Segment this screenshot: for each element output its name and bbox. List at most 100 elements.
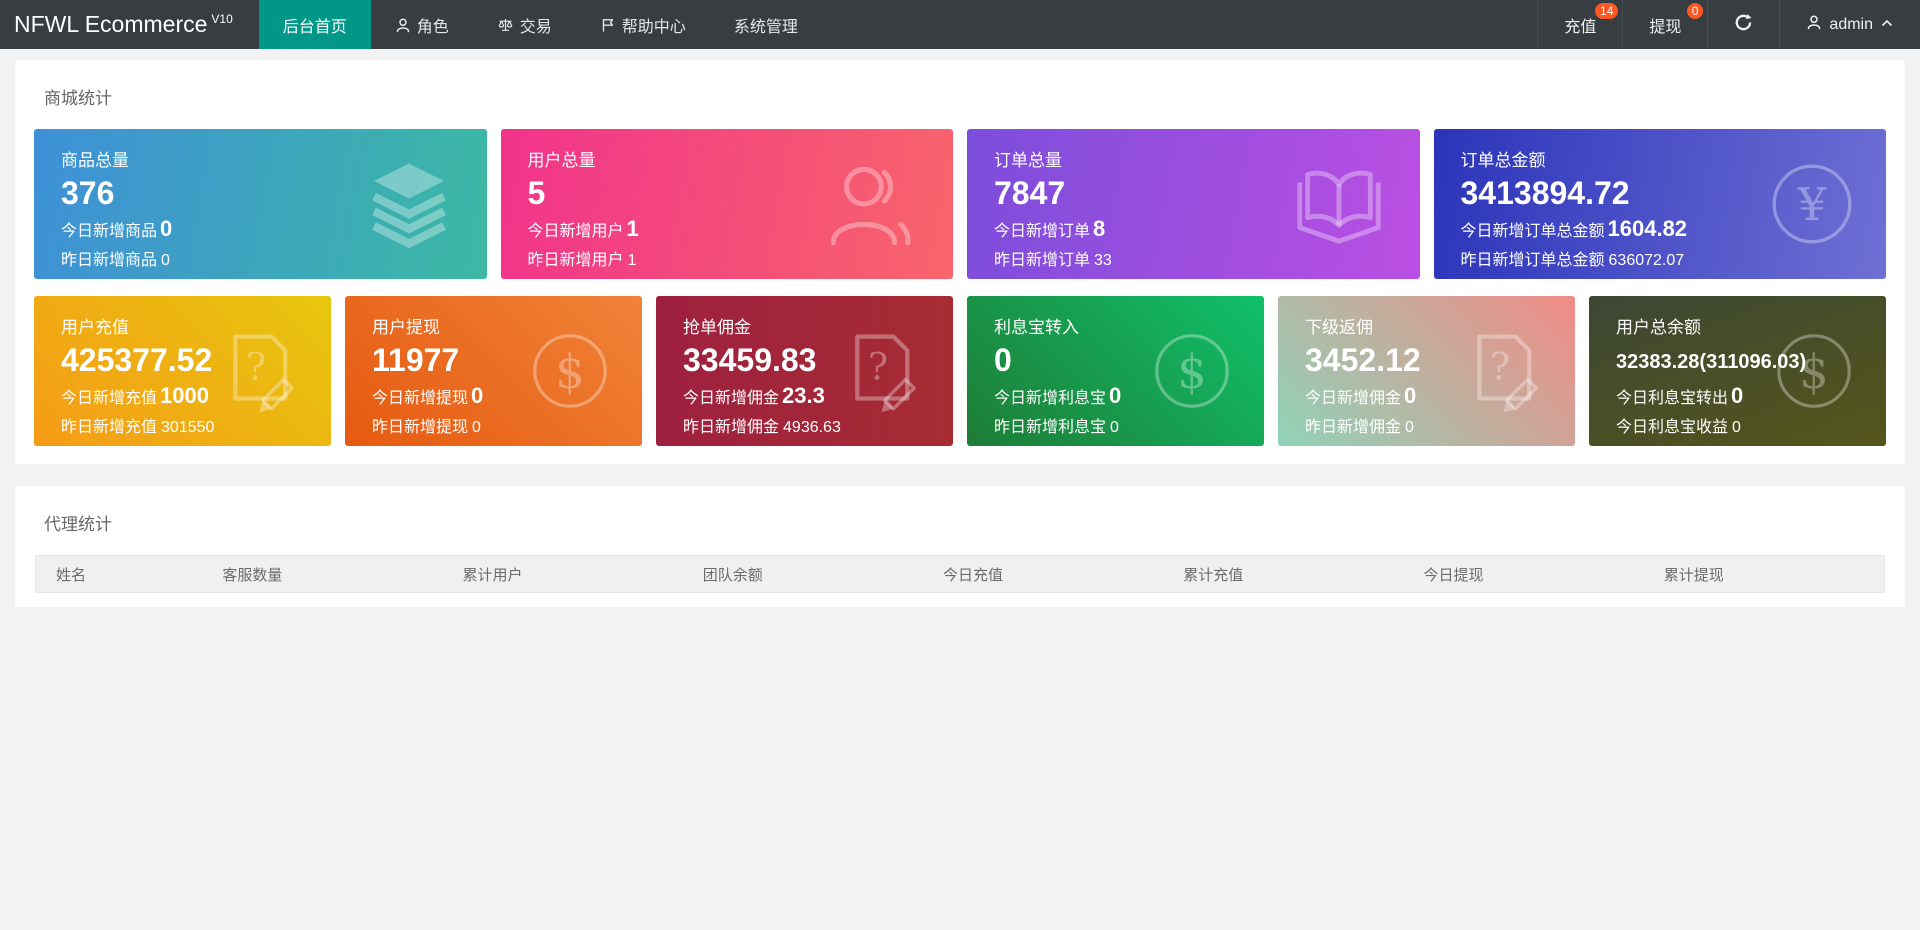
stat-card-interest-in: 利息宝转入 0 今日新增利息宝 0 昨日新增利息宝 0 $	[967, 296, 1264, 446]
yesterday-value: 0	[1405, 419, 1414, 437]
yesterday-label: 昨日新增订单	[994, 252, 1091, 270]
agent-stats-panel: 代理统计 姓名 客服数量 累计用户 团队余额 今日充值 累计充值 今日提现 累计…	[15, 486, 1905, 607]
stat-card-orders: 订单总量 7847 今日新增订单 8 昨日新增订单 33	[967, 129, 1420, 279]
today-value: 8	[1093, 216, 1106, 242]
withdraw-button[interactable]: 提现 0	[1622, 0, 1707, 49]
dollar-circle-icon: $	[530, 331, 610, 411]
column-header-total-recharge: 累计充值	[1183, 566, 1244, 584]
column-header-total-withdraw: 累计提现	[1663, 566, 1724, 584]
svg-text:?: ?	[868, 345, 888, 389]
today-value: 1604.82	[1607, 216, 1688, 242]
doc-question-icon: ?	[835, 328, 921, 414]
yesterday-label: 昨日新增佣金	[683, 419, 780, 437]
stat-card-user-withdraw: 用户提现 11977 今日新增提现 0 昨日新增提现 0 $	[345, 296, 642, 446]
today-label: 今日新增订单总金额	[1460, 223, 1605, 241]
today-value: 1000	[160, 383, 209, 409]
yesterday-value: 0	[472, 419, 481, 437]
stat-card-products: 商品总量 376 今日新增商品 0 昨日新增商品 0	[34, 129, 487, 279]
today-label: 今日新增充值	[61, 390, 158, 408]
nav-item-trade[interactable]: 交易	[473, 0, 576, 49]
today-label: 今日新增订单	[994, 223, 1091, 241]
yesterday-value: 0	[1110, 419, 1119, 437]
yen-circle-icon: ¥	[1770, 162, 1854, 246]
navbar-right: 充值 14 提现 0 admin	[1537, 0, 1920, 49]
agent-stats-title: 代理统计	[44, 515, 112, 534]
column-header-today-recharge: 今日充值	[943, 566, 1004, 584]
today-value: 1	[626, 216, 639, 242]
dollar-circle-icon: $	[1152, 331, 1232, 411]
nav-item-home[interactable]: 后台首页	[258, 0, 371, 49]
agent-table-header: 姓名 客服数量 累计用户 团队余额 今日充值 累计充值 今日提现 累计提现	[35, 555, 1885, 593]
recharge-button[interactable]: 充值 14	[1537, 0, 1622, 49]
today-label: 今日新增佣金	[683, 390, 780, 408]
today-label: 今日新增用户	[527, 223, 624, 241]
yesterday-value: 4936.63	[783, 419, 841, 437]
refresh-button[interactable]	[1707, 0, 1779, 49]
column-header-name: 姓名	[56, 566, 87, 584]
svg-text:?: ?	[246, 345, 266, 389]
brand-name: NFWL Ecommerce	[14, 11, 208, 37]
layers-icon	[363, 158, 455, 250]
withdraw-badge: 0	[1686, 3, 1704, 19]
user-icon	[395, 17, 411, 33]
stats-row-2: 用户充值 425377.52 今日新增充值 1000 昨日新增充值 301550 ?…	[34, 296, 1886, 446]
today-label: 今日新增佣金	[1305, 390, 1402, 408]
stat-card-order-amount: 订单总金额 3413894.72 今日新增订单总金额 1604.82 昨日新增订单…	[1433, 129, 1886, 279]
top-navbar: NFWL Ecommerce V10 后台首页 角色 交易 帮助中心 系统管理	[0, 0, 1920, 49]
today-label: 今日新增提现	[372, 390, 469, 408]
today-value: 0	[1109, 383, 1122, 409]
column-header-today-withdraw: 今日提现	[1423, 566, 1484, 584]
flag-icon	[600, 17, 616, 33]
main-nav: 后台首页 角色 交易 帮助中心 系统管理	[258, 0, 822, 49]
today-value: 0	[471, 383, 484, 409]
today-value: 23.3	[782, 383, 825, 409]
recharge-badge: 14	[1595, 3, 1619, 19]
refresh-icon	[1734, 13, 1753, 37]
svg-text:$: $	[1799, 345, 1829, 399]
stat-card-user-recharge: 用户充值 425377.52 今日新增充值 1000 昨日新增充值 301550 ?	[34, 296, 331, 446]
svg-text:$: $	[1177, 345, 1207, 399]
username: admin	[1829, 15, 1873, 33]
doc-question-icon: ?	[213, 328, 299, 414]
yesterday-label: 昨日新增充值	[61, 419, 158, 437]
yesterday-value: 0	[1732, 419, 1741, 436]
user-icon	[819, 153, 921, 255]
yesterday-value: 1	[627, 252, 637, 270]
svg-text:?: ?	[1490, 345, 1510, 389]
stat-card-sub-rebate: 下级返佣 3452.12 今日新增佣金 0 昨日新增佣金 0 ?	[1278, 296, 1575, 446]
today-value: 0	[160, 216, 173, 242]
stat-card-grab-commission: 抢单佣金 33459.83 今日新增佣金 23.3 昨日新增佣金 4936.63 ?	[656, 296, 953, 446]
yesterday-label: 昨日新增订单总金额	[1460, 252, 1605, 270]
user-menu[interactable]: admin	[1779, 0, 1920, 49]
today-label: 今日新增利息宝	[994, 390, 1107, 408]
today-value: 0	[1404, 383, 1417, 409]
brand-logo[interactable]: NFWL Ecommerce V10	[0, 0, 259, 49]
yesterday-value: 33	[1094, 252, 1112, 270]
today-value: 0	[1731, 383, 1744, 408]
nav-item-roles[interactable]: 角色	[371, 0, 473, 49]
yesterday-value: 636072.07	[1608, 252, 1685, 270]
yesterday-value: 0	[161, 252, 170, 270]
mall-stats-panel: 商城统计 商品总量 376 今日新增商品 0 昨日新增商品 0 用户总量 5 今日新…	[15, 60, 1905, 464]
doc-question-icon: ?	[1457, 328, 1543, 414]
yesterday-label: 昨日新增商品	[61, 252, 158, 270]
yesterday-label: 昨日新增利息宝	[994, 419, 1107, 437]
chevron-up-icon	[1880, 16, 1894, 34]
svg-text:$: $	[555, 345, 585, 399]
today-label: 今日利息宝转出	[1616, 390, 1729, 407]
stats-row-1: 商品总量 376 今日新增商品 0 昨日新增商品 0 用户总量 5 今日新增用户 1 …	[34, 129, 1886, 279]
nav-item-help-center[interactable]: 帮助中心	[576, 0, 710, 49]
yesterday-label: 昨日新增用户	[527, 252, 624, 270]
brand-version: V10	[211, 11, 233, 26]
nav-item-system[interactable]: 系统管理	[710, 0, 822, 49]
scales-icon	[497, 17, 514, 33]
yesterday-label: 昨日新增佣金	[1305, 419, 1402, 437]
stat-card-user-balance: 用户总余额 32383.28(311096.03) 今日利息宝转出 0 今日利息宝…	[1589, 296, 1886, 446]
column-header-team-balance: 团队余额	[702, 566, 763, 584]
column-header-service-count: 客服数量	[222, 566, 283, 584]
yesterday-label: 昨日新增提现	[372, 419, 469, 437]
column-header-total-users: 累计用户	[462, 566, 523, 584]
mall-stats-title: 商城统计	[44, 89, 112, 108]
svg-text:¥: ¥	[1797, 178, 1827, 231]
book-icon	[1290, 155, 1388, 253]
